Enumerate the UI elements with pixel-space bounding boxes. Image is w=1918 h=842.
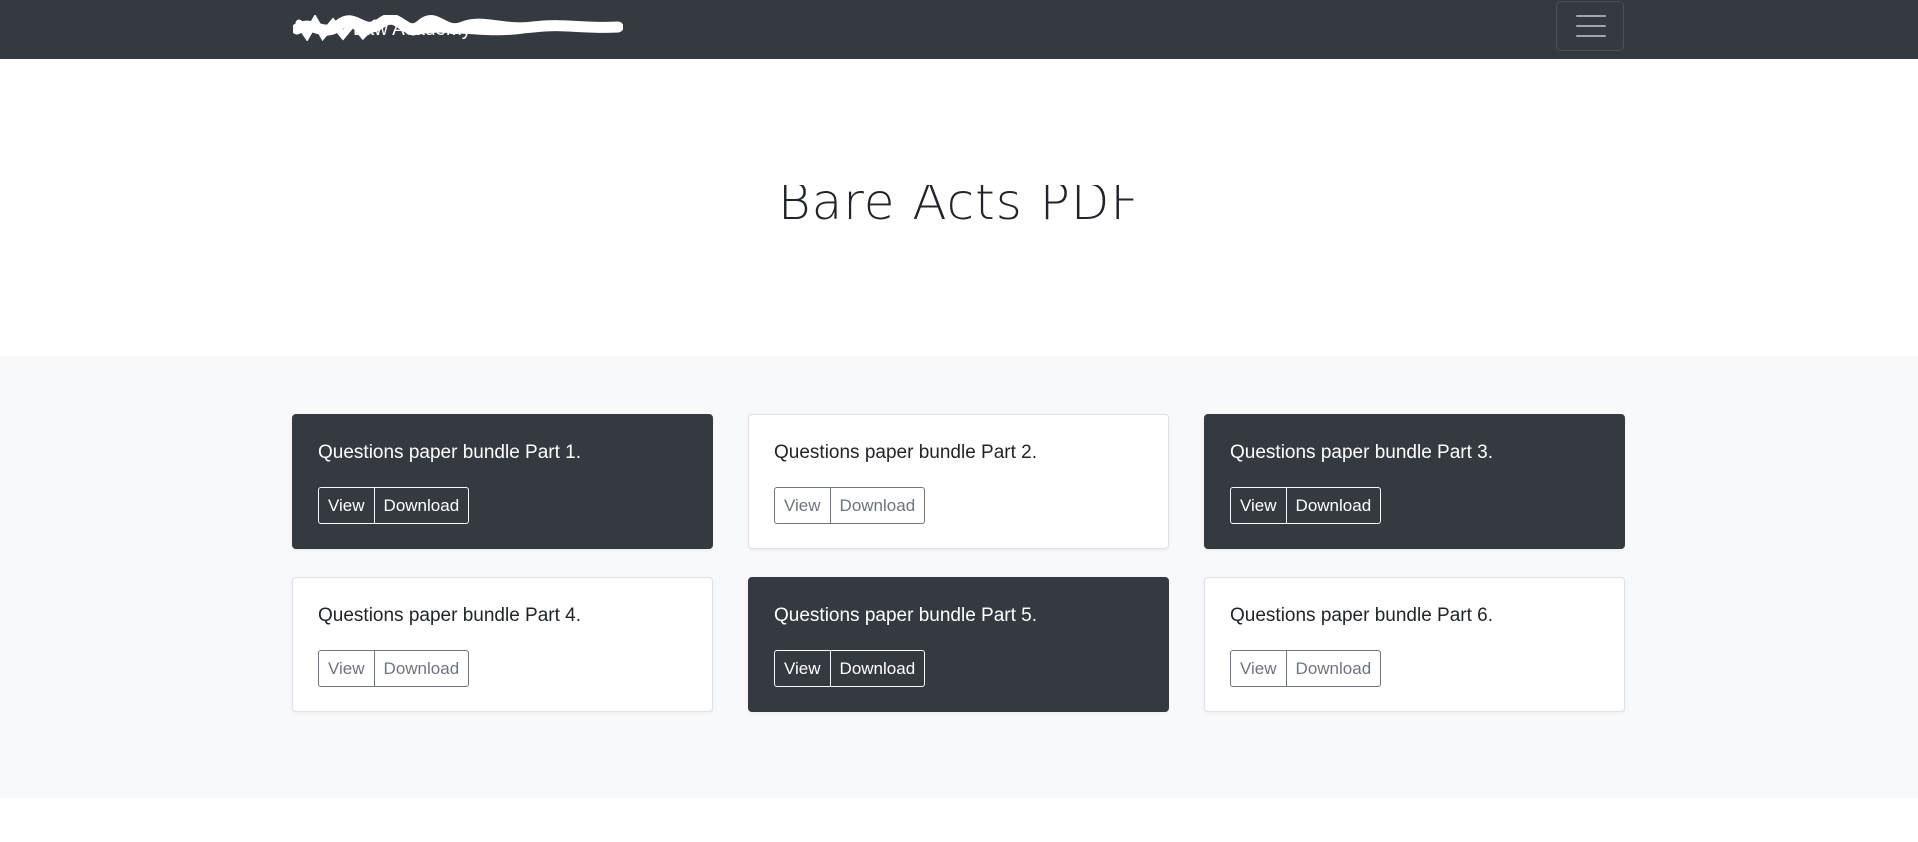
- view-button[interactable]: View: [774, 487, 831, 524]
- hero-section: Bare Acts PDF: [0, 59, 1918, 356]
- hamburger-menu-icon: [1576, 15, 1606, 37]
- page-title: Bare Acts PDF: [0, 173, 1918, 227]
- view-button[interactable]: View: [774, 650, 831, 687]
- card-part-3: Questions paper bundle Part 3. View Down…: [1204, 414, 1625, 549]
- view-button[interactable]: View: [318, 487, 375, 524]
- navbar: Law Academy: [0, 0, 1918, 59]
- redaction-scribble: [293, 15, 623, 41]
- card-button-group: View Download: [774, 650, 926, 687]
- card-button-group: View Download: [1230, 650, 1382, 687]
- title-crop-overlay: [0, 173, 1918, 185]
- card-part-1: Questions paper bundle Part 1. View Down…: [292, 414, 713, 549]
- view-button[interactable]: View: [318, 650, 375, 687]
- card-part-2: Questions paper bundle Part 2. View Down…: [748, 414, 1169, 549]
- card-title: Questions paper bundle Part 2.: [774, 442, 1038, 463]
- card-button-group: View Download: [774, 487, 926, 524]
- download-button[interactable]: Download: [374, 650, 470, 687]
- card-button-group: View Download: [1230, 487, 1382, 524]
- view-button[interactable]: View: [1230, 650, 1287, 687]
- download-button[interactable]: Download: [374, 487, 470, 524]
- download-button[interactable]: Download: [830, 487, 926, 524]
- card-part-5: Questions paper bundle Part 5. View Down…: [748, 577, 1169, 712]
- download-button[interactable]: Download: [830, 650, 926, 687]
- navbar-toggler-button[interactable]: [1556, 1, 1624, 51]
- card-title: Questions paper bundle Part 1.: [318, 442, 582, 463]
- view-button[interactable]: View: [1230, 487, 1287, 524]
- card-title: Questions paper bundle Part 4.: [318, 605, 582, 626]
- download-button[interactable]: Download: [1286, 650, 1382, 687]
- card-title: Questions paper bundle Part 3.: [1230, 442, 1494, 463]
- card-part-6: Questions paper bundle Part 6. View Down…: [1204, 577, 1625, 712]
- download-button[interactable]: Download: [1286, 487, 1382, 524]
- card-title: Questions paper bundle Part 5.: [774, 605, 1038, 626]
- card-button-group: View Download: [318, 650, 470, 687]
- card-button-group: View Download: [318, 487, 470, 524]
- card-part-4: Questions paper bundle Part 4. View Down…: [292, 577, 713, 712]
- card-title: Questions paper bundle Part 6.: [1230, 605, 1494, 626]
- navbar-brand[interactable]: Law Academy: [293, 15, 623, 41]
